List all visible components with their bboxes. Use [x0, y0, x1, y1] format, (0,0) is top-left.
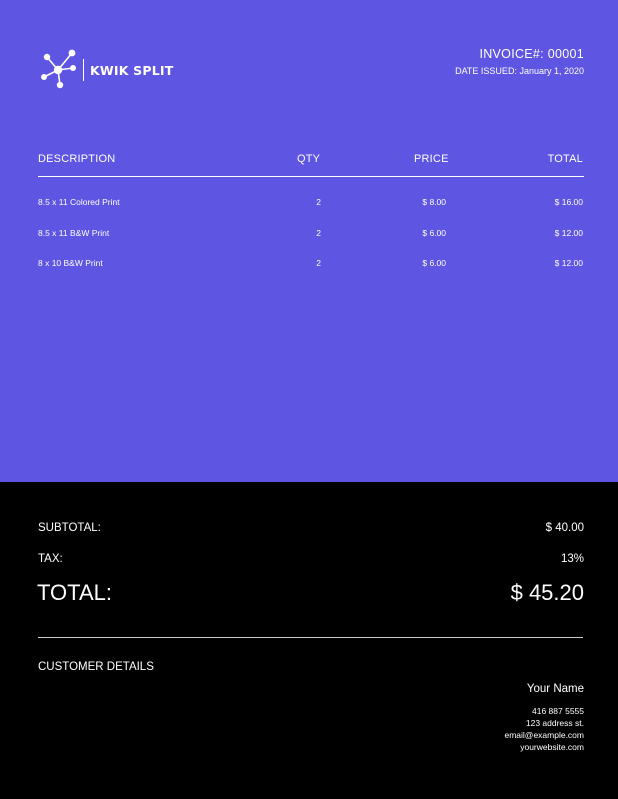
row-total: $ 12.00: [554, 228, 583, 238]
subtotal-label: SUBTOTAL:: [38, 522, 101, 534]
row-price: $ 6.00: [422, 228, 446, 238]
table-row: 8.5 x 11 B&W Print 2 $ 6.00 $ 12.00: [0, 228, 618, 242]
customer-email: email@example.com: [504, 730, 585, 740]
customer-website: yourwebsite.com: [520, 742, 584, 752]
brand-logo: KWIK SPLIT: [40, 49, 175, 91]
table-row: 8 x 10 B&W Print 2 $ 6.00 $ 12.00: [0, 258, 618, 272]
total-label: TOTAL:: [37, 580, 112, 605]
customer-phone: 416 887 5555: [532, 706, 584, 716]
tax-value: 13%: [560, 553, 584, 565]
column-header-total: TOTAL: [547, 153, 583, 165]
logo-divider: [83, 59, 84, 81]
row-qty: 2: [316, 197, 321, 207]
table-row: 8.5 x 11 Colored Print 2 $ 8.00 $ 16.00: [0, 197, 618, 211]
column-header-price: PRICE: [414, 153, 449, 165]
row-total: $ 12.00: [554, 258, 583, 268]
customer-address: 123 address st.: [525, 718, 584, 728]
total-value: $ 45.20: [510, 580, 584, 605]
table-header-divider: [38, 176, 584, 177]
row-qty: 2: [316, 258, 321, 268]
row-price: $ 6.00: [422, 258, 446, 268]
row-description: 8.5 x 11 Colored Print: [38, 197, 120, 207]
row-description: 8 x 10 B&W Print: [38, 258, 103, 268]
molecule-network-icon: [41, 49, 76, 89]
column-header-description: DESCRIPTION: [38, 153, 116, 165]
tax-label: TAX:: [38, 553, 63, 565]
brand-name: KWIK SPLIT: [90, 63, 174, 78]
row-price: $ 8.00: [422, 197, 446, 207]
column-header-qty: QTY: [297, 153, 321, 165]
summary-divider: [38, 637, 583, 638]
row-description: 8.5 x 11 B&W Print: [38, 228, 110, 238]
subtotal-value: $ 40.00: [545, 522, 584, 534]
customer-details-title: CUSTOMER DETAILS: [38, 661, 154, 673]
customer-name: Your Name: [526, 683, 584, 695]
row-qty: 2: [316, 228, 321, 238]
row-total: $ 16.00: [554, 197, 583, 207]
invoice-number: INVOICE#: 00001: [479, 47, 584, 61]
invoice-header-panel: KWIK SPLIT INVOICE#: 00001 DATE ISSUED: …: [0, 0, 618, 482]
invoice-date-issued: DATE ISSUED: January 1, 2020: [455, 66, 584, 76]
